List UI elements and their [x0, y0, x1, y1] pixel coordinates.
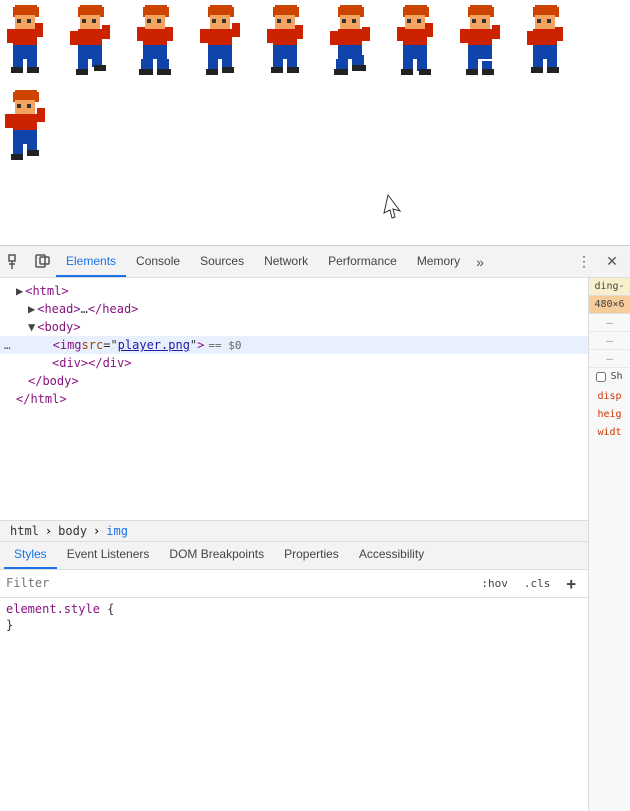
breadcrumb-html[interactable]: html	[8, 524, 41, 538]
styles-content: element.style { }	[0, 598, 588, 638]
hov-button[interactable]: :hov	[475, 574, 514, 593]
tree-head[interactable]: ▶ <head>…</head>	[0, 300, 588, 318]
tree-html-close[interactable]: </html>	[0, 390, 588, 408]
settings-button[interactable]: ⋮	[572, 250, 596, 274]
bm-dash-3: –	[589, 350, 630, 368]
show-checkbox-row: Sh	[590, 368, 628, 385]
bottom-tabs: Styles Event Listeners DOM Breakpoints P…	[0, 542, 588, 570]
tab-memory[interactable]: Memory	[407, 246, 470, 277]
tab-network[interactable]: Network	[254, 246, 318, 277]
sprite-sheet	[0, 0, 630, 245]
cls-button[interactable]: .cls	[518, 574, 557, 593]
box-model-panel: ding- 480×6 – – – Sh disp heig widt	[588, 278, 630, 811]
tree-body-open[interactable]: ▼ <body>	[0, 318, 588, 336]
close-devtools-button[interactable]: ✕	[600, 250, 624, 274]
styles-filter-bar: :hov .cls +	[0, 570, 588, 598]
tab-console[interactable]: Console	[126, 246, 190, 277]
add-style-button[interactable]: +	[560, 571, 582, 596]
tab-accessibility[interactable]: Accessibility	[349, 542, 434, 569]
tab-dom-breakpoints[interactable]: DOM Breakpoints	[159, 542, 274, 569]
sprite-canvas	[0, 0, 630, 245]
bm-dash-2: –	[589, 332, 630, 350]
filter-input[interactable]	[6, 576, 471, 590]
tab-elements[interactable]: Elements	[56, 246, 126, 277]
tab-sources[interactable]: Sources	[190, 246, 254, 277]
style-rule-close: }	[6, 618, 582, 632]
breadcrumb-body[interactable]: body	[56, 524, 89, 538]
html-tree: ▶ <html> ▶ <head>…</head> ▼	[0, 278, 588, 412]
expand-dots[interactable]: …	[4, 339, 11, 352]
breadcrumb: html › body › img	[0, 520, 588, 542]
bm-dash-1: –	[589, 314, 630, 332]
tab-event-listeners[interactable]: Event Listeners	[57, 542, 160, 569]
computed-disp: disp	[597, 387, 621, 405]
more-tabs-button[interactable]: »	[470, 254, 490, 270]
element-style-rule: element.style {	[6, 602, 582, 616]
device-toolbar-button[interactable]	[30, 250, 54, 274]
toolbar-actions: ⋮ ✕	[572, 250, 626, 274]
computed-heig: heig	[597, 405, 621, 423]
show-label: Sh	[610, 371, 622, 382]
bm-size-label: 480×6	[589, 296, 630, 314]
tree-html[interactable]: ▶ <html>	[0, 282, 588, 300]
bm-ding-label: ding-	[589, 278, 630, 296]
tab-performance[interactable]: Performance	[318, 246, 407, 277]
devtools-content: ▶ <html> ▶ <head>…</head> ▼	[0, 278, 630, 811]
tree-body-close[interactable]: </body>	[0, 372, 588, 390]
devtools-tabs: Elements Console Sources Network Perform…	[56, 246, 572, 277]
inspect-element-button[interactable]	[4, 250, 28, 274]
show-checkbox[interactable]	[596, 372, 606, 382]
tree-img-selected[interactable]: … <img src="player.png"> == $0	[0, 336, 588, 354]
tab-properties[interactable]: Properties	[274, 542, 349, 569]
devtools-panel: Elements Console Sources Network Perform…	[0, 245, 630, 811]
computed-widt: widt	[597, 423, 621, 441]
tree-div[interactable]: <div></div>	[0, 354, 588, 372]
computed-props: disp heig widt	[593, 385, 625, 443]
styles-panel: :hov .cls + element.style { }	[0, 570, 588, 811]
elements-panel[interactable]: ▶ <html> ▶ <head>…</head> ▼	[0, 278, 588, 520]
tab-styles[interactable]: Styles	[4, 542, 57, 569]
devtools-toolbar: Elements Console Sources Network Perform…	[0, 246, 630, 278]
breadcrumb-img[interactable]: img	[104, 524, 130, 538]
